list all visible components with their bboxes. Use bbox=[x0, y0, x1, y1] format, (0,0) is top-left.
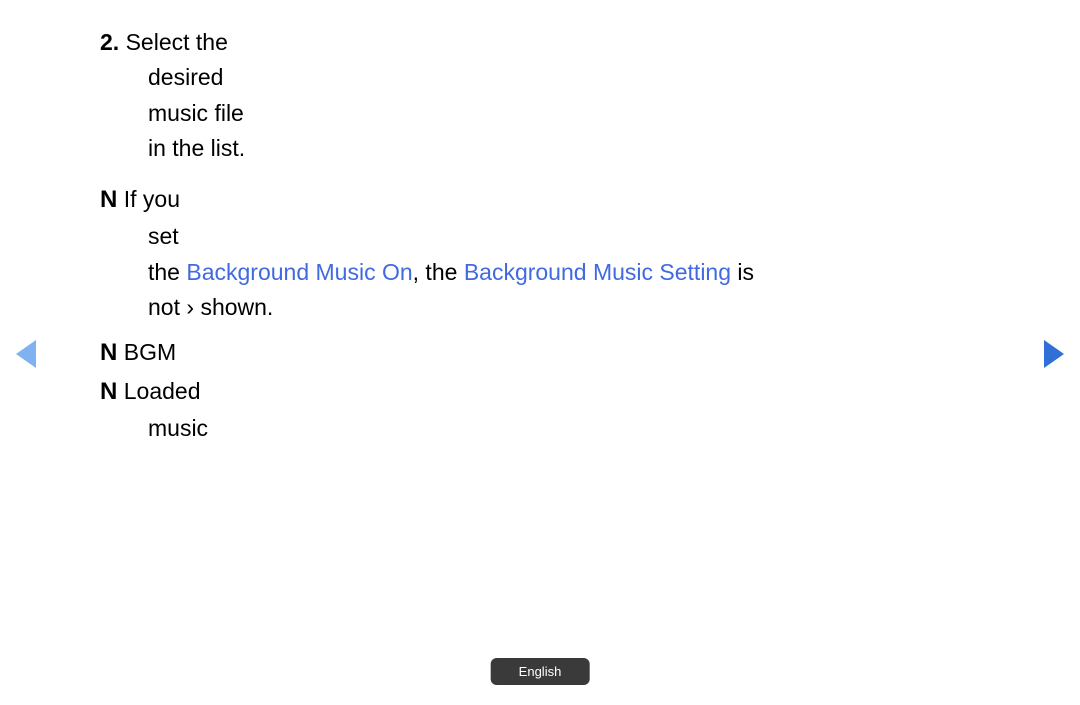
note-letter-icon: N bbox=[100, 186, 117, 213]
text-segment: . bbox=[267, 294, 273, 320]
text-segment: the bbox=[148, 259, 180, 285]
prev-page-arrow-icon[interactable] bbox=[16, 340, 36, 368]
note1-line-4: not › shown. bbox=[148, 291, 980, 324]
text-segment: › bbox=[180, 294, 200, 320]
note1-line-2: set bbox=[148, 220, 980, 253]
page-content: 2. Select the desired music file in the … bbox=[100, 26, 980, 447]
text-segment: Select bbox=[119, 29, 196, 55]
note2-line-1: N BGM bbox=[100, 336, 980, 371]
text-segment: the bbox=[196, 29, 228, 55]
step-line-3: music file bbox=[148, 97, 980, 130]
text-and: , the bbox=[413, 259, 458, 285]
bgm-setting-label: Background Music Setting bbox=[464, 259, 731, 285]
text-segment: If bbox=[117, 186, 143, 212]
note-letter-icon: N bbox=[100, 378, 117, 405]
text-segment: you bbox=[143, 186, 180, 212]
text-segment: BGM bbox=[117, 339, 176, 365]
note1-line-3: the Background Music On, the Background … bbox=[148, 256, 980, 289]
text-segment: is bbox=[731, 259, 754, 285]
text-segment: not bbox=[148, 294, 180, 320]
note1-line-1: N If you bbox=[100, 183, 980, 218]
step-line-4: in the list. bbox=[148, 132, 980, 165]
bgm-on-label: Background Music On bbox=[186, 259, 412, 285]
text-segment: Loaded bbox=[117, 378, 200, 404]
language-badge: English bbox=[491, 658, 590, 685]
note3-line-2: music bbox=[148, 412, 980, 445]
note-letter-icon: N bbox=[100, 339, 117, 366]
step-number: 2. bbox=[100, 29, 119, 55]
note3-line-1: N Loaded bbox=[100, 375, 980, 410]
next-page-arrow-icon[interactable] bbox=[1044, 340, 1064, 368]
step-line-1: 2. Select the bbox=[100, 26, 980, 59]
text-segment: shown bbox=[200, 294, 266, 320]
step-line-2: desired bbox=[148, 61, 980, 94]
